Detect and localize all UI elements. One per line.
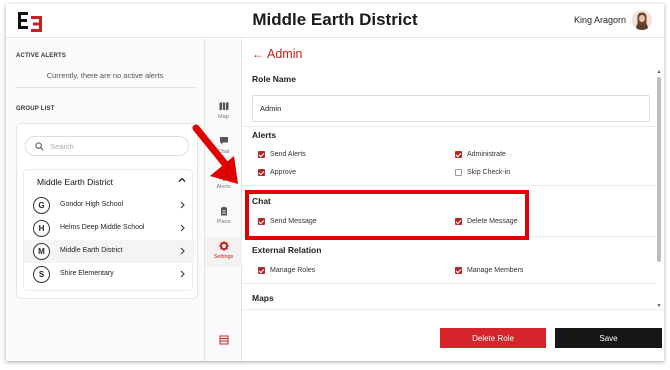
checkbox-checked-icon [455, 151, 462, 158]
district-header[interactable]: Middle Earth District [24, 170, 194, 192]
school-name: Helms Deep Middle School [60, 224, 145, 231]
vertical-scrollbar[interactable]: ▲ ▼ [656, 69, 662, 309]
page-title: Middle Earth District [252, 10, 418, 29]
no-alerts-text: Currently, there are no active alerts [46, 71, 164, 80]
checkbox-checked-icon [258, 169, 265, 176]
list-item-helms-deep-middle-school[interactable]: H Helms Deep Middle School [24, 217, 194, 240]
nav-label: Settings [213, 254, 234, 260]
group-list-label: GROUP LIST [16, 106, 55, 112]
nav-item-plans[interactable]: Plans [205, 206, 242, 225]
school-name: Middle Earth District [60, 247, 123, 254]
list-item-gondor-high-school[interactable]: G Gondor High School [24, 194, 194, 217]
checkbox-label: Skip Check-in [467, 169, 511, 176]
active-alerts-label: ACTIVE ALERTS [16, 53, 67, 59]
top-header: Middle Earth District King Aragorn [6, 4, 664, 38]
checkbox-manage-members[interactable]: Manage Members [455, 267, 523, 274]
scroll-up-icon[interactable]: ▲ [656, 69, 662, 75]
checkbox-label: Administrate [467, 151, 506, 158]
school-name: Shire Elementary [60, 270, 114, 277]
checkbox-unchecked-icon [455, 169, 462, 176]
school-initial-badge: H [33, 220, 50, 237]
section-title-maps: Maps [252, 293, 274, 303]
school-initial-badge: G [33, 197, 50, 214]
school-initial-badge: M [33, 243, 50, 260]
nav-rail: Map Chat Alerts Plans Settings [204, 39, 242, 361]
list-item-shire-elementary[interactable]: S Shire Elementary [24, 263, 194, 286]
settings-scroll-area: Role Name Alerts Send Alerts Administrat… [242, 69, 656, 309]
annotation-highlight-box [245, 190, 529, 240]
checkbox-skip-check-in[interactable]: Skip Check-in [455, 169, 510, 176]
action-footer: Delete Role Save [242, 309, 664, 361]
nav-item-map[interactable]: Map [205, 101, 242, 120]
panel-title: Admin [267, 47, 303, 61]
checkbox-label: Send Alerts [270, 151, 306, 158]
checkbox-approve[interactable]: Approve [258, 169, 296, 176]
annotation-arrow-icon [192, 124, 238, 184]
group-list-panel: Middle Earth District G Gondor High Scho… [16, 123, 198, 299]
list-item-middle-earth-district[interactable]: M Middle Earth District [24, 240, 194, 263]
gear-icon [218, 241, 229, 251]
left-panel: ACTIVE ALERTS Currently, there are no ac… [6, 39, 204, 361]
search-icon [35, 142, 44, 151]
checkbox-checked-icon [258, 267, 265, 274]
checkbox-label: Manage Roles [270, 267, 316, 274]
checkbox-manage-roles[interactable]: Manage Roles [258, 267, 315, 274]
checkbox-label: Manage Members [467, 267, 524, 274]
scrollbar-thumb[interactable] [657, 77, 661, 262]
list-icon[interactable] [219, 335, 229, 345]
nav-label: Plans [216, 219, 231, 225]
search-input[interactable] [50, 140, 180, 153]
checkbox-checked-icon [258, 151, 265, 158]
avatar-portrait-icon [632, 10, 652, 30]
back-link[interactable]: ← Admin [252, 47, 302, 61]
district-name: Middle Earth District [37, 177, 114, 187]
chevron-right-icon[interactable] [179, 224, 186, 232]
chevron-right-icon[interactable] [179, 201, 186, 209]
chevron-right-icon[interactable] [179, 270, 186, 278]
chevron-right-icon[interactable] [179, 247, 186, 255]
role-name-input[interactable] [252, 95, 650, 122]
back-arrow-icon: ← [252, 47, 264, 61]
district-card: Middle Earth District G Gondor High Scho… [23, 169, 194, 291]
divider [16, 87, 196, 88]
school-initial-badge: S [33, 266, 50, 283]
checkbox-label: Approve [270, 169, 297, 176]
nav-label: Map [218, 114, 229, 120]
nav-item-settings[interactable]: Settings [205, 237, 242, 267]
checkbox-send-alerts[interactable]: Send Alerts [258, 151, 306, 158]
delete-role-button[interactable]: Delete Role [440, 328, 546, 348]
save-button[interactable]: Save [555, 328, 662, 348]
checkbox-checked-icon [455, 267, 462, 274]
app-window: Middle Earth District King Aragorn ACTIV… [6, 4, 664, 361]
search-box [25, 136, 189, 156]
plans-icon [220, 206, 227, 216]
role-name-label: Role Name [252, 74, 296, 84]
section-title-alerts: Alerts [252, 130, 277, 140]
chevron-up-icon[interactable] [178, 176, 186, 184]
school-name: Gondor High School [60, 201, 124, 208]
avatar[interactable] [632, 10, 652, 30]
map-icon [219, 102, 228, 111]
user-name[interactable]: King Aragorn [574, 15, 626, 25]
checkbox-administrate[interactable]: Administrate [455, 151, 506, 158]
divider [242, 126, 656, 127]
divider [242, 185, 656, 186]
section-title-external-relation: External Relation [252, 245, 322, 255]
divider [242, 283, 656, 284]
